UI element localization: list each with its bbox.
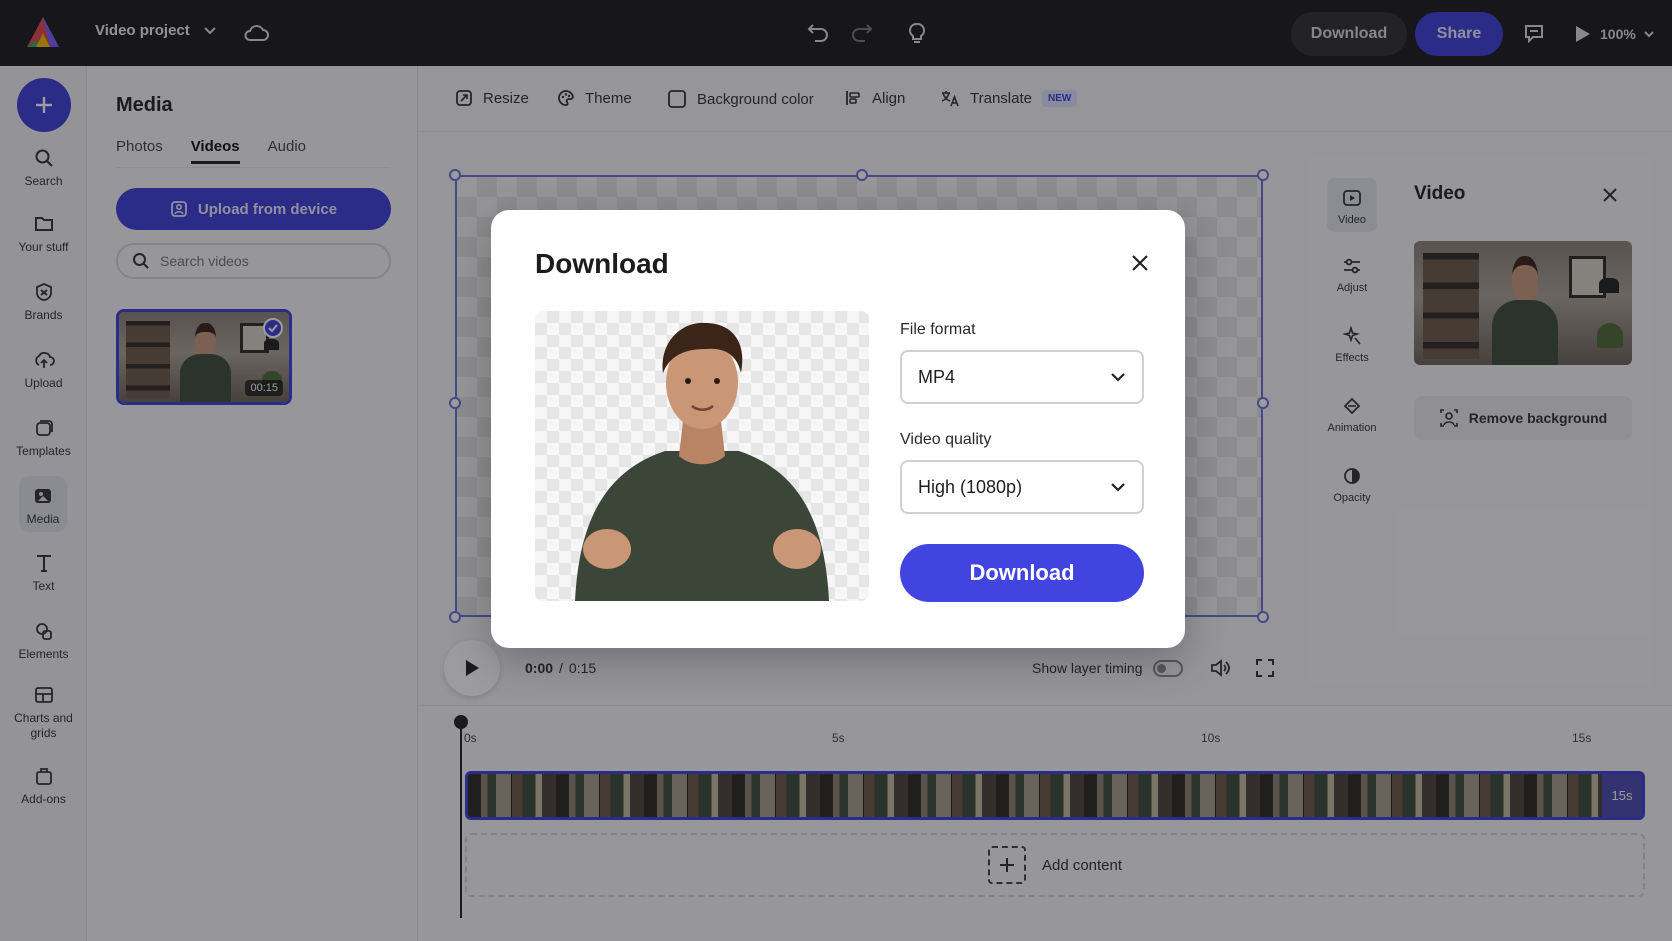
file-format-value: MP4 xyxy=(918,366,956,387)
download-button[interactable]: Download xyxy=(900,544,1144,602)
chevron-down-icon xyxy=(1111,373,1125,382)
dialog-title: Download xyxy=(535,248,669,279)
close-icon[interactable] xyxy=(1127,250,1153,276)
download-preview xyxy=(535,311,869,601)
video-quality-select[interactable]: High (1080p) xyxy=(900,460,1144,514)
video-quality-value: High (1080p) xyxy=(918,476,1023,497)
download-dialog: Download File format MP4 Video quality H… xyxy=(491,210,1185,648)
video-quality-label: Video quality xyxy=(900,431,992,448)
person-cutout-image xyxy=(575,322,829,601)
file-format-label: File format xyxy=(900,321,976,338)
file-format-select[interactable]: MP4 xyxy=(900,350,1144,404)
chevron-down-icon xyxy=(1111,483,1125,492)
